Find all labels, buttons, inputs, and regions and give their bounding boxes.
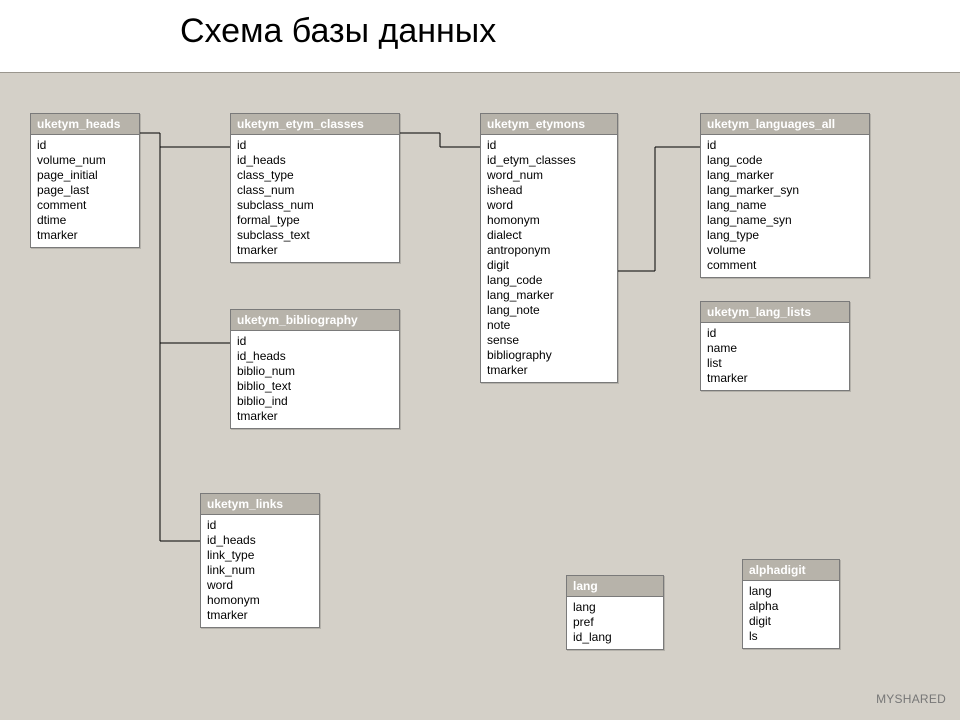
table-header[interactable]: uketym_languages_all	[701, 114, 869, 135]
table-body: id id_heads link_type link_num word homo…	[201, 515, 319, 627]
field: sense	[487, 333, 611, 348]
table-body: id id_etym_classes word_num ishead word …	[481, 135, 617, 382]
field: word_num	[487, 168, 611, 183]
field: id	[487, 138, 611, 153]
field: lang_marker	[487, 288, 611, 303]
field: class_num	[237, 183, 393, 198]
table-header[interactable]: uketym_etymons	[481, 114, 617, 135]
field: lang	[749, 584, 833, 599]
table-uketym-links[interactable]: uketym_links id id_heads link_type link_…	[200, 493, 320, 628]
field: name	[707, 341, 843, 356]
table-header[interactable]: alphadigit	[743, 560, 839, 581]
table-uketym-heads[interactable]: uketym_heads id volume_num page_initial …	[30, 113, 140, 248]
field: tmarker	[487, 363, 611, 378]
field: id_heads	[237, 153, 393, 168]
field: biblio_num	[237, 364, 393, 379]
field: lang_marker	[707, 168, 863, 183]
page-title: Схема базы данных	[180, 12, 496, 51]
field: digit	[487, 258, 611, 273]
field: tmarker	[237, 243, 393, 258]
field: volume_num	[37, 153, 133, 168]
field: lang_name	[707, 198, 863, 213]
field: id_heads	[237, 349, 393, 364]
table-body: lang pref id_lang	[567, 597, 663, 649]
field: page_initial	[37, 168, 133, 183]
table-uketym-etymons[interactable]: uketym_etymons id id_etym_classes word_n…	[480, 113, 618, 383]
table-lang[interactable]: lang lang pref id_lang	[566, 575, 664, 650]
table-uketym-lang-lists[interactable]: uketym_lang_lists id name list tmarker	[700, 301, 850, 391]
table-header[interactable]: uketym_etym_classes	[231, 114, 399, 135]
field: dtime	[37, 213, 133, 228]
field: subclass_num	[237, 198, 393, 213]
field: id	[37, 138, 133, 153]
field: digit	[749, 614, 833, 629]
field: id	[707, 326, 843, 341]
field: subclass_text	[237, 228, 393, 243]
field: ls	[749, 629, 833, 644]
table-body: id id_heads biblio_num biblio_text bibli…	[231, 331, 399, 428]
field: lang_marker_syn	[707, 183, 863, 198]
field: link_type	[207, 548, 313, 563]
field: comment	[707, 258, 863, 273]
table-body: id volume_num page_initial page_last com…	[31, 135, 139, 247]
table-body: lang alpha digit ls	[743, 581, 839, 648]
table-header[interactable]: uketym_bibliography	[231, 310, 399, 331]
field: lang_name_syn	[707, 213, 863, 228]
field: lang_note	[487, 303, 611, 318]
table-uketym-bibliography[interactable]: uketym_bibliography id id_heads biblio_n…	[230, 309, 400, 429]
table-alphadigit[interactable]: alphadigit lang alpha digit ls	[742, 559, 840, 649]
field: class_type	[237, 168, 393, 183]
field: id_lang	[573, 630, 657, 645]
schema-canvas: uketym_heads id volume_num page_initial …	[0, 72, 960, 720]
field: id	[237, 138, 393, 153]
field: lang_type	[707, 228, 863, 243]
field: tmarker	[207, 608, 313, 623]
table-body: id name list tmarker	[701, 323, 849, 390]
field: id_etym_classes	[487, 153, 611, 168]
table-header[interactable]: uketym_links	[201, 494, 319, 515]
field: homonym	[207, 593, 313, 608]
table-header[interactable]: uketym_lang_lists	[701, 302, 849, 323]
field: homonym	[487, 213, 611, 228]
field: ishead	[487, 183, 611, 198]
field: tmarker	[707, 371, 843, 386]
table-body: id id_heads class_type class_num subclas…	[231, 135, 399, 262]
table-uketym-etym-classes[interactable]: uketym_etym_classes id id_heads class_ty…	[230, 113, 400, 263]
field: word	[207, 578, 313, 593]
table-uketym-languages-all[interactable]: uketym_languages_all id lang_code lang_m…	[700, 113, 870, 278]
table-header[interactable]: uketym_heads	[31, 114, 139, 135]
table-header[interactable]: lang	[567, 576, 663, 597]
field: lang_code	[707, 153, 863, 168]
field: lang_code	[487, 273, 611, 288]
field: biblio_text	[237, 379, 393, 394]
field: tmarker	[37, 228, 133, 243]
field: id	[237, 334, 393, 349]
field: word	[487, 198, 611, 213]
field: antroponym	[487, 243, 611, 258]
table-body: id lang_code lang_marker lang_marker_syn…	[701, 135, 869, 277]
field: pref	[573, 615, 657, 630]
field: formal_type	[237, 213, 393, 228]
field: tmarker	[237, 409, 393, 424]
field: id	[707, 138, 863, 153]
field: bibliography	[487, 348, 611, 363]
field: id	[207, 518, 313, 533]
watermark: MYSHARED	[876, 692, 946, 706]
field: list	[707, 356, 843, 371]
field: note	[487, 318, 611, 333]
field: biblio_ind	[237, 394, 393, 409]
field: lang	[573, 600, 657, 615]
field: comment	[37, 198, 133, 213]
field: alpha	[749, 599, 833, 614]
field: dialect	[487, 228, 611, 243]
field: volume	[707, 243, 863, 258]
field: id_heads	[207, 533, 313, 548]
field: link_num	[207, 563, 313, 578]
field: page_last	[37, 183, 133, 198]
